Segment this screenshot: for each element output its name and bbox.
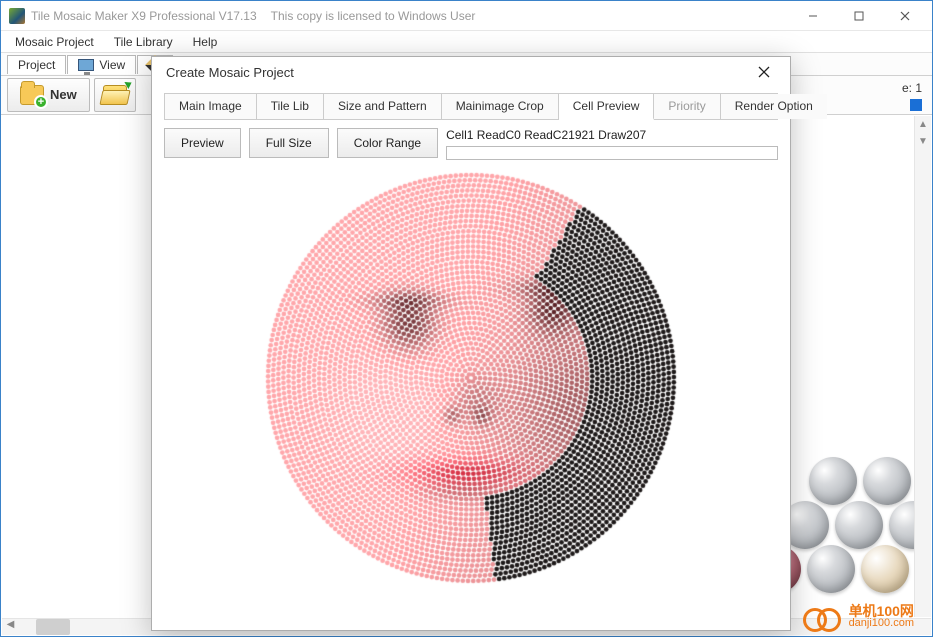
maximize-icon bbox=[854, 11, 864, 21]
close-button[interactable] bbox=[882, 2, 928, 30]
watermark-logo: 单机100网 danji100.com bbox=[803, 604, 914, 630]
dialog-close-button[interactable] bbox=[746, 58, 782, 86]
color-swatch[interactable] bbox=[910, 99, 922, 111]
minimize-icon bbox=[808, 11, 818, 21]
maximize-button[interactable] bbox=[836, 2, 882, 30]
watermark-line2: danji100.com bbox=[849, 618, 914, 630]
tab-render-option[interactable]: Render Option bbox=[721, 94, 827, 119]
scroll-thumb[interactable] bbox=[36, 619, 70, 635]
app-title: Tile Mosaic Maker X9 Professional V17.13 bbox=[31, 9, 257, 23]
main-window: Tile Mosaic Maker X9 Professional V17.13… bbox=[0, 0, 933, 637]
full-size-button[interactable]: Full Size bbox=[249, 128, 329, 158]
menu-mosaic-project[interactable]: Mosaic Project bbox=[7, 34, 102, 50]
vertical-scrollbar[interactable]: ▲ ▼ bbox=[914, 116, 931, 617]
close-icon bbox=[900, 11, 910, 21]
plus-badge-icon: + bbox=[34, 95, 48, 109]
watermark-line1: 单机100网 bbox=[849, 603, 914, 619]
tab-main-image[interactable]: Main Image bbox=[165, 94, 257, 119]
tool-tab-view[interactable]: View bbox=[67, 55, 136, 74]
status-block: Cell1 ReadC0 ReadC21921 Draw207 bbox=[446, 128, 778, 160]
scroll-left-icon[interactable]: ◀ bbox=[2, 619, 19, 635]
tab-tile-lib[interactable]: Tile Lib bbox=[257, 94, 324, 119]
progress-bar bbox=[446, 146, 778, 160]
titlebar: Tile Mosaic Maker X9 Professional V17.13… bbox=[1, 1, 932, 31]
dialog-titlebar: Create Mosaic Project bbox=[152, 57, 790, 87]
button-label: New bbox=[50, 87, 77, 102]
glasses-icon bbox=[803, 606, 841, 628]
arrow-icon bbox=[124, 79, 133, 89]
dialog-tabs: Main Image Tile Lib Size and Pattern Mai… bbox=[164, 93, 778, 120]
mosaic-canvas bbox=[261, 168, 681, 588]
color-range-button[interactable]: Color Range bbox=[337, 128, 438, 158]
menu-tile-library[interactable]: Tile Library bbox=[106, 34, 181, 50]
menu-help[interactable]: Help bbox=[185, 34, 226, 50]
mosaic-preview bbox=[164, 168, 778, 623]
folder-new-icon: + bbox=[20, 85, 44, 105]
close-icon bbox=[758, 66, 770, 78]
open-project-button[interactable] bbox=[94, 78, 136, 112]
status-text: Cell1 ReadC0 ReadC21921 Draw207 bbox=[446, 128, 778, 142]
scroll-up-icon[interactable]: ▲ bbox=[915, 116, 931, 133]
tool-tab-project[interactable]: Project bbox=[7, 55, 66, 74]
dialog-title: Create Mosaic Project bbox=[166, 65, 294, 80]
app-icon bbox=[9, 8, 25, 24]
tab-size-and-pattern[interactable]: Size and Pattern bbox=[324, 94, 442, 119]
new-project-button[interactable]: + New bbox=[7, 78, 90, 112]
scroll-down-icon[interactable]: ▼ bbox=[915, 133, 931, 150]
minimize-button[interactable] bbox=[790, 2, 836, 30]
tab-priority[interactable]: Priority bbox=[654, 94, 720, 119]
tool-tab-label: Project bbox=[18, 58, 55, 72]
menubar: Mosaic Project Tile Library Help bbox=[1, 31, 932, 53]
tool-tab-label: View bbox=[99, 58, 125, 72]
tab-cell-preview[interactable]: Cell Preview bbox=[559, 94, 655, 120]
folder-open-icon bbox=[103, 85, 127, 105]
tab-mainimage-crop[interactable]: Mainimage Crop bbox=[442, 94, 559, 119]
preview-button[interactable]: Preview bbox=[164, 128, 241, 158]
create-mosaic-dialog: Create Mosaic Project Main Image Tile Li… bbox=[151, 56, 791, 631]
license-note: This copy is licensed to Windows User bbox=[271, 9, 476, 23]
frame-count: e: 1 bbox=[902, 81, 922, 95]
monitor-icon bbox=[78, 59, 94, 71]
